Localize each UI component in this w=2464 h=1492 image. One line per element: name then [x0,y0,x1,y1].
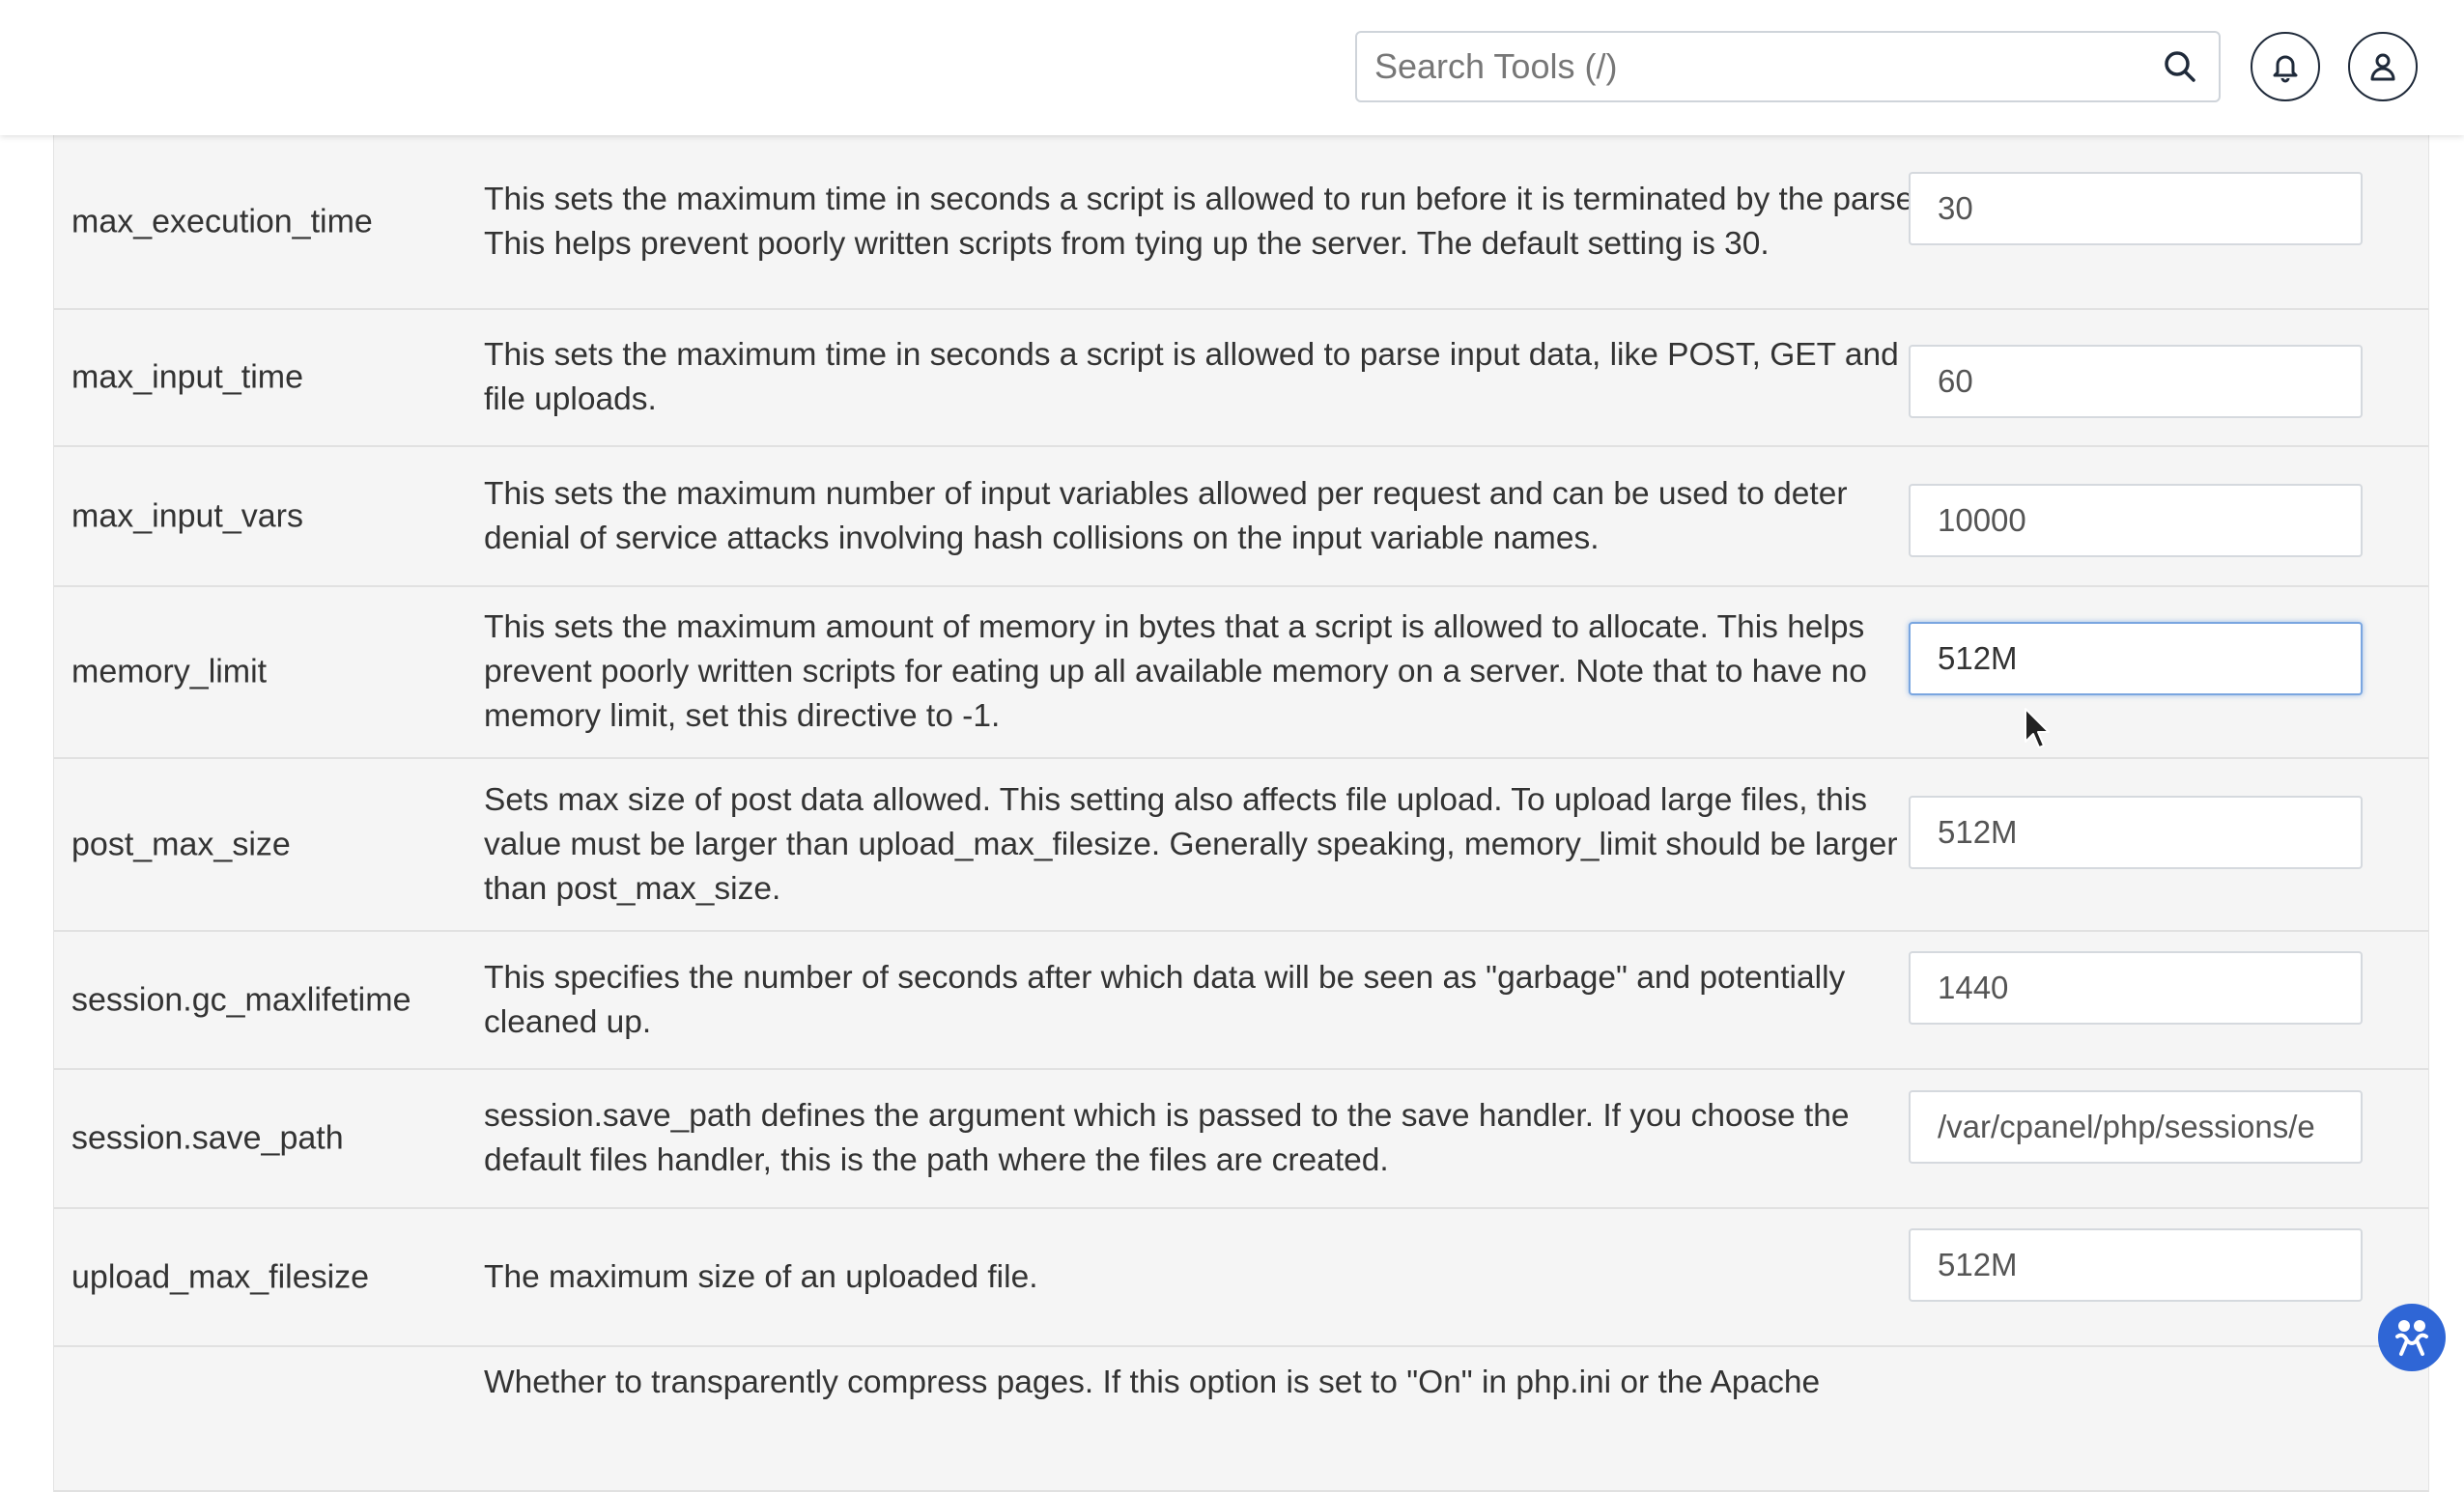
directive-value-input[interactable] [1909,1228,2363,1302]
directive-value-input[interactable] [1909,796,2363,869]
user-icon [2370,53,2395,81]
table-row: session.save_path session.save_path defi… [54,1070,2428,1209]
directive-name: max_input_vars [71,497,304,534]
directive-value-input[interactable] [1909,1090,2363,1164]
table-row: memory_limit This sets the maximum amoun… [54,587,2428,759]
table-row: Whether to transparently compress pages.… [54,1347,2428,1492]
search-tools-input[interactable] [1357,33,2159,100]
mouse-cursor-icon [2025,708,2050,748]
directive-description: Sets max size of post data allowed. This… [484,781,1898,907]
directive-value-input[interactable] [1909,951,2363,1025]
accessibility-widget-button[interactable] [2378,1304,2446,1371]
directive-description: This sets the maximum number of input va… [484,475,1848,556]
directive-name: post_max_size [71,826,291,862]
accessibility-icon [2395,1320,2428,1356]
directive-description: This sets the maximum time in seconds a … [484,337,1899,417]
directive-value-input[interactable] [1909,484,2363,557]
notifications-button[interactable] [2251,32,2320,101]
directive-name: max_input_time [71,358,304,396]
directive-name: upload_max_filesize [71,1258,370,1295]
directive-description: session.save_path defines the argument w… [484,1098,1850,1178]
directive-value-input[interactable] [1909,345,2363,418]
table-row: post_max_size Sets max size of post data… [54,759,2428,932]
table-row: max_input_vars This sets the maximum num… [54,447,2428,587]
search-box[interactable] [1355,31,2221,102]
directive-name: max_execution_time [71,203,373,239]
directive-description: The maximum size of an uploaded file. [484,1258,1038,1295]
search-icon[interactable] [2159,45,2201,88]
directive-description: Whether to transparently compress pages.… [484,1365,1821,1400]
table-row: max_execution_time This sets the maximum… [54,135,2428,310]
table-row: max_input_time This sets the maximum tim… [54,310,2428,447]
table-row: upload_max_filesize The maximum size of … [54,1209,2428,1347]
bell-icon [2273,55,2298,83]
php-directives-table: max_execution_time This sets the maximum… [53,135,2429,1492]
directive-name: memory_limit [71,653,268,690]
directive-description: This sets the maximum time in seconds a … [484,181,1932,262]
directive-description: This specifies the number of seconds aft… [484,959,1846,1040]
directive-name: session.gc_maxlifetime [71,981,411,1018]
user-menu-button[interactable] [2348,32,2418,101]
table-row: session.gc_maxlifetime This specifies th… [54,932,2428,1070]
directive-value-input[interactable] [1909,172,2363,245]
top-header [0,0,2464,135]
directive-description: This sets the maximum amount of memory i… [484,609,1867,734]
memory-limit-input[interactable] [1909,622,2363,695]
directive-name: session.save_path [71,1119,344,1157]
